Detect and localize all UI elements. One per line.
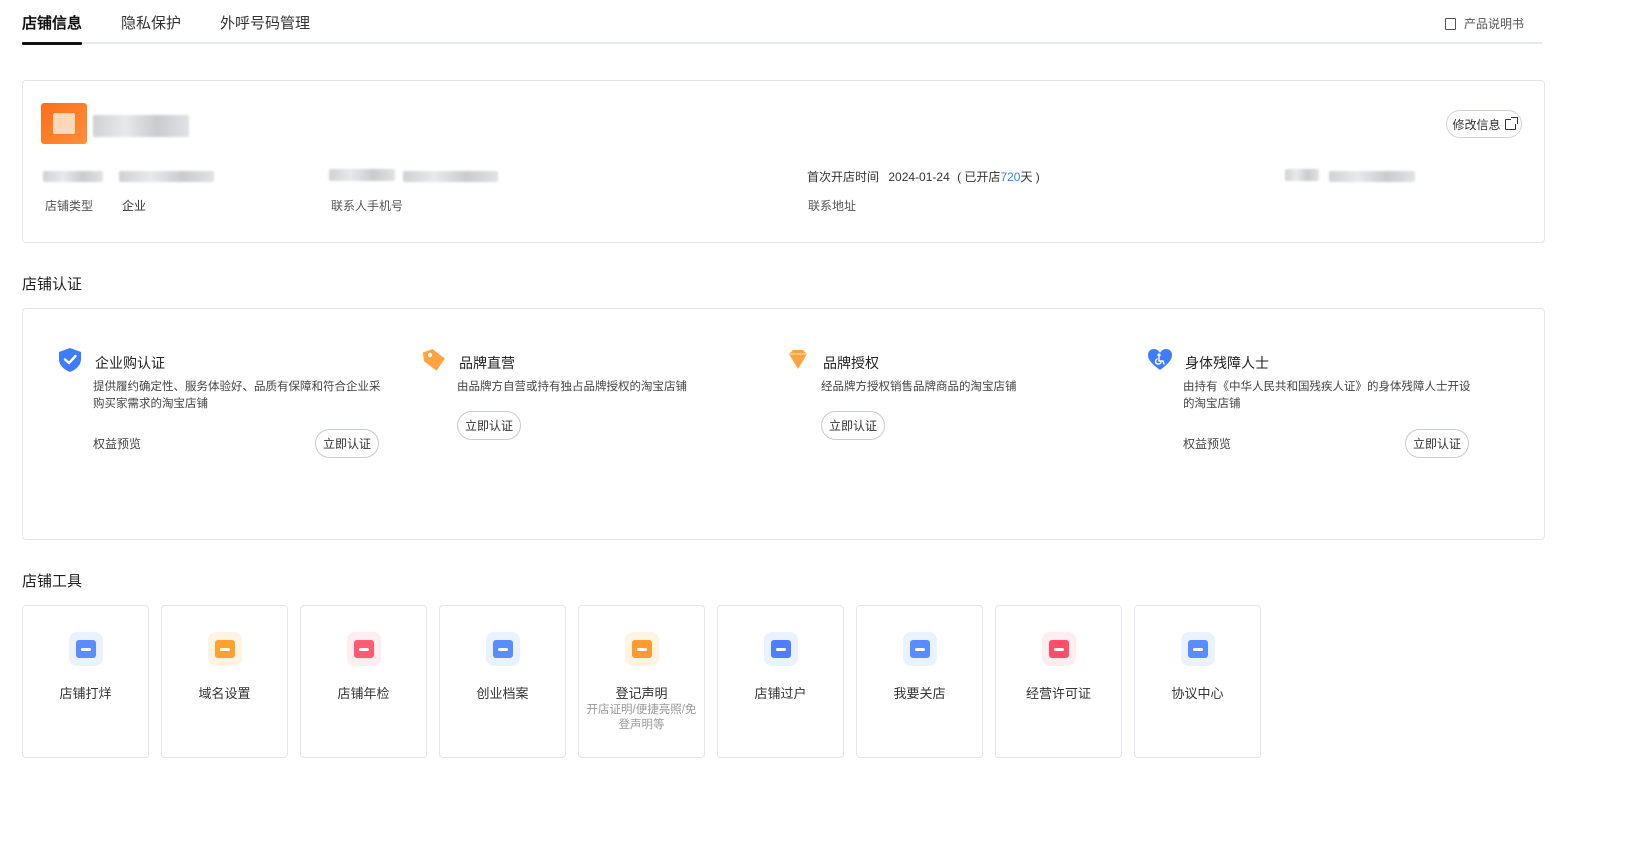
tool-label: 登记声明 xyxy=(615,686,668,701)
cert-title: 身体残障人士 xyxy=(1185,355,1269,371)
rights-preview-link[interactable]: 权益预览 xyxy=(93,435,141,452)
tool-agreement-center[interactable]: 协议中心 xyxy=(1134,605,1261,758)
certification-card: 企业购认证 提供履约确定性、服务体验好、品质有保障和符合企业采购买家需求的淘宝店… xyxy=(22,308,1545,540)
cert-desc: 由品牌方自营或持有独占品牌授权的淘宝店铺 xyxy=(457,381,687,393)
active-tab-indicator xyxy=(22,42,83,45)
top-tabs: 店铺信息 隐私保护 外呼号码管理 产品说明书 xyxy=(22,0,1542,46)
first-open-label: 首次开店时间 xyxy=(807,170,880,184)
close-store-icon xyxy=(903,632,937,666)
certify-now-label: 立即认证 xyxy=(828,419,877,433)
first-open-date: 2024-01-24 xyxy=(888,170,950,184)
shop-info-card: 修改信息 店铺类型 企业 联系人手机号 首次开店时间 2024-01-24 ( … xyxy=(22,80,1545,243)
tool-label: 协议中心 xyxy=(1171,686,1224,701)
certify-now-label: 立即认证 xyxy=(464,419,513,433)
tool-label: 创业档案 xyxy=(476,686,529,701)
tool-label: 我要关店 xyxy=(893,686,946,701)
cert-title: 品牌授权 xyxy=(823,355,879,371)
domain-icon xyxy=(208,632,242,666)
redacted-address xyxy=(1329,171,1415,182)
tag-icon xyxy=(422,349,445,371)
shield-search-icon xyxy=(347,632,381,666)
tool-startup-archive[interactable]: 创业档案 xyxy=(439,605,566,758)
tab-privacy-protection[interactable]: 隐私保护 xyxy=(121,12,181,33)
certify-now-button[interactable]: 立即认证 xyxy=(1405,429,1469,458)
tool-domain-settings[interactable]: 域名设置 xyxy=(161,605,288,758)
file-check-icon xyxy=(486,632,520,666)
tab-outbound-number[interactable]: 外呼号码管理 xyxy=(220,12,310,33)
tool-label: 店铺过户 xyxy=(754,686,807,701)
tool-store-transfer[interactable]: 店铺过户 xyxy=(717,605,844,758)
certify-now-label: 立即认证 xyxy=(1412,437,1461,451)
external-link-icon xyxy=(1504,116,1518,130)
shop-type-label: 店铺类型 xyxy=(45,199,94,213)
certify-now-button[interactable]: 立即认证 xyxy=(315,429,379,458)
license-icon xyxy=(1042,632,1076,666)
certify-now-button[interactable]: 立即认证 xyxy=(457,411,521,440)
tool-store-closed[interactable]: 店铺打烊 xyxy=(22,605,149,758)
contact-phone-label: 联系人手机号 xyxy=(331,199,404,213)
tool-label: 店铺打烊 xyxy=(59,686,112,701)
redacted-phone xyxy=(403,171,498,182)
opened-suffix: 天 ) xyxy=(1020,170,1040,184)
shop-logo xyxy=(41,103,87,144)
first-open-row: 首次开店时间 2024-01-24 ( 已开店720天 ) xyxy=(807,168,1040,185)
edit-info-button[interactable]: 修改信息 xyxy=(1446,110,1522,138)
opened-prefix: ( 已开店 xyxy=(957,170,1001,184)
store-closed-icon xyxy=(69,632,103,666)
tool-label: 店铺年检 xyxy=(337,686,390,701)
redacted-address xyxy=(1285,169,1319,181)
tool-business-license[interactable]: 经营许可证 xyxy=(995,605,1122,758)
tab-label: 店铺信息 xyxy=(22,15,83,32)
tabs-divider xyxy=(22,42,1542,44)
tab-label: 外呼号码管理 xyxy=(220,15,311,32)
opened-days: 720 xyxy=(1000,170,1021,184)
tool-annual-inspection[interactable]: 店铺年检 xyxy=(300,605,427,758)
tool-close-store[interactable]: 我要关店 xyxy=(856,605,983,758)
tool-registration-statement[interactable]: 登记声明 开店证明/便捷亮照/免登声明等 xyxy=(578,605,705,758)
cert-title: 企业购认证 xyxy=(95,355,165,371)
certify-now-label: 立即认证 xyxy=(322,437,371,451)
diamond-icon xyxy=(789,350,807,369)
redacted-phone xyxy=(329,169,395,181)
shop-name-redacted xyxy=(93,115,189,137)
redacted-value xyxy=(43,171,103,182)
edit-info-label: 修改信息 xyxy=(1452,117,1501,132)
transfer-icon xyxy=(764,632,798,666)
product-manual-label: 产品说明书 xyxy=(1463,17,1524,31)
heart-accessibility-icon xyxy=(1148,349,1172,370)
section-title-certification: 店铺认证 xyxy=(22,276,83,293)
rights-preview-link[interactable]: 权益预览 xyxy=(1183,435,1231,452)
section-title-tools: 店铺工具 xyxy=(22,573,83,590)
tool-label: 域名设置 xyxy=(198,686,251,701)
certificate-icon xyxy=(625,632,659,666)
cert-title: 品牌直营 xyxy=(459,355,515,371)
agreement-icon xyxy=(1181,632,1215,666)
tool-sublabel: 开店证明/便捷亮照/免登声明等 xyxy=(586,704,697,731)
cert-desc: 由持有《中华人民共和国残疾人证》的身体残障人士开设的淘宝店铺 xyxy=(1183,381,1471,410)
tool-label: 经营许可证 xyxy=(1025,686,1091,701)
shield-check-icon xyxy=(59,348,81,372)
shop-type-value: 企业 xyxy=(122,199,147,213)
tab-shop-info[interactable]: 店铺信息 xyxy=(22,12,83,45)
book-icon xyxy=(1444,17,1456,30)
tab-label: 隐私保护 xyxy=(121,15,182,32)
product-manual-link[interactable]: 产品说明书 xyxy=(1444,15,1524,32)
cert-desc: 经品牌方授权销售品牌商品的淘宝店铺 xyxy=(821,381,1017,393)
redacted-value xyxy=(119,171,214,182)
certify-now-button[interactable]: 立即认证 xyxy=(821,411,885,440)
cert-desc: 提供履约确定性、服务体验好、品质有保障和符合企业采购买家需求的淘宝店铺 xyxy=(93,381,381,410)
contact-address-label: 联系地址 xyxy=(808,199,857,213)
